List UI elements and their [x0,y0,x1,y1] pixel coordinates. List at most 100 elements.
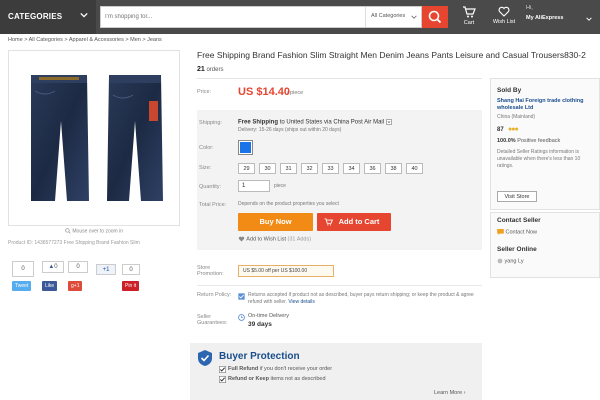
divider [197,78,482,79]
contact-now-link[interactable]: Contact Now [497,229,537,235]
return-label: Return Policy: [197,292,232,298]
delivery-info: Delivery: 15-26 days (ships out within 2… [238,127,342,133]
cart-link[interactable]: Cart [458,6,480,28]
gplus-count: 0 [68,261,88,273]
size-option-40[interactable]: 40 [406,163,423,174]
size-option-30[interactable]: 30 [259,163,276,174]
size-option-32[interactable]: 32 [301,163,318,174]
return-policy: Returns accepted if product not as descr… [248,292,482,306]
product-id: Product ID: 1436577273 Free Shipping Bra… [8,240,140,246]
guarantee-title: On-time Delivery [248,313,289,319]
color-swatch[interactable] [238,140,253,155]
like-button[interactable]: Like [42,281,58,291]
check-icon [219,366,226,373]
shipping-free: Free Shipping [238,119,279,126]
seller-location: China (Mainland) [497,114,536,120]
chevron-down-icon [586,17,592,21]
pin-button[interactable]: Pin it [122,281,140,291]
refund-keep-bold: Refund or Keep [228,376,269,382]
size-option-31[interactable]: 31 [280,163,297,174]
guarantee-days: 39 days [248,321,272,328]
search-category-label: All Categories [371,13,406,19]
tweet-count: 0 [12,261,34,277]
account-menu[interactable]: Hi, My AliExpress [524,4,600,30]
contact-seller-title: Contact Seller [497,217,541,224]
account-label: My AliExpress [526,15,564,21]
full-refund-text: if you don't receive your order [259,366,333,372]
feedback-label: Positive feedback [517,138,561,144]
price-unit: / piece [287,90,304,96]
color-swatch-fill [240,142,251,153]
contact-now-label: Contact Now [505,229,538,236]
product-image[interactable] [8,50,180,226]
tweet-button[interactable]: Tweet [12,281,32,291]
heart-icon [498,6,510,17]
size-option-29[interactable]: 29 [238,163,255,174]
quantity-input[interactable]: 1 [238,180,270,192]
shipping-label: Shipping: [199,120,222,126]
seller-detail-text: Detailed Seller Ratings information is u… [497,149,581,169]
search-button[interactable] [422,6,448,28]
refund-keep-text: items not as described [270,376,326,382]
cart-icon [324,218,333,226]
search-input[interactable] [105,7,363,27]
gplus-button[interactable]: g+1 [68,281,83,291]
learn-more-label: Learn More [434,390,463,396]
buy-now-button[interactable]: Buy Now [238,213,313,231]
categories-label: CATEGORIES [8,12,63,21]
pin-count: 0 [122,264,140,275]
like-count-text: 0 [54,264,58,270]
like-label: Like [45,283,55,289]
color-label: Color: [199,145,214,151]
seller-feedback: 100.0% Positive feedback [497,138,560,144]
size-option-38[interactable]: 38 [385,163,402,174]
jeans-image [31,75,163,201]
cart-label: Cart [463,20,475,26]
size-option-36[interactable]: 36 [364,163,381,174]
orders-label: orders [206,67,224,73]
heart-icon [238,236,245,242]
search-icon [428,10,442,24]
zoom-hint-text: Mouse over to zoom in [72,228,123,235]
return-text: Returns accepted if product not as descr… [248,292,474,305]
search-category-select[interactable]: All Categories [365,7,421,27]
gplus-label: g+1 [71,283,80,289]
tweet-label: Tweet [15,283,29,289]
wishlist-link[interactable]: Wish List [488,6,520,28]
add-to-cart-label: Add to Cart [338,217,380,226]
size-option-34[interactable]: 34 [343,163,360,174]
learn-more-link[interactable]: Learn More › [434,390,466,396]
seller-online-title: Seller Online [497,246,537,253]
chevron-down-icon[interactable] [385,119,392,125]
full-refund: Full Refund if you don't receive your or… [228,366,332,372]
account-greeting: Hi, [526,5,533,11]
wishlist-add-label: Add to Wish List [246,236,286,243]
add-to-cart-button[interactable]: Add to Cart [317,213,391,231]
seller-name[interactable]: Shang Hai Foreign trade clothing wholesa… [497,98,593,112]
cart-icon [463,6,476,18]
clock-icon [238,314,245,321]
seller-online-user[interactable]: yang Ly [497,258,524,264]
buyer-protection-title: Buyer Protection [219,351,300,362]
breadcrumb[interactable]: Home > All Categories > Apparel & Access… [8,37,162,43]
total-label: Total Price: [199,202,227,208]
size-option-33[interactable]: 33 [322,163,339,174]
divider [197,285,482,286]
shipping-destination[interactable]: to United States via China Post Air Mail [280,120,384,126]
refund-keep: Refund or Keep items not as described [228,376,326,382]
wishlist-label: Wish List [492,19,516,25]
orders-count: 21 orders [197,66,223,73]
seller-online-name: yang Ly [504,258,524,265]
product-title: Free Shipping Brand Fashion Slim Straigh… [197,50,586,60]
wishlist-add[interactable]: Add to Wish List (31 Adds) [238,236,311,242]
visit-store-button[interactable]: Visit Store [497,191,537,202]
guarantee-label: Seller Guarantees: [197,314,228,326]
promo-label: Store Promotion: [197,265,224,277]
size-label: Size: [199,165,212,171]
categories-button[interactable]: CATEGORIES [0,0,96,34]
return-details-link[interactable]: View details [288,299,315,305]
return-icon [238,293,245,300]
zoom-hint: Mouse over to zoom in [8,228,180,234]
wishlist-adds: (31 Adds) [287,236,312,243]
price: US $14.40 [238,86,290,98]
